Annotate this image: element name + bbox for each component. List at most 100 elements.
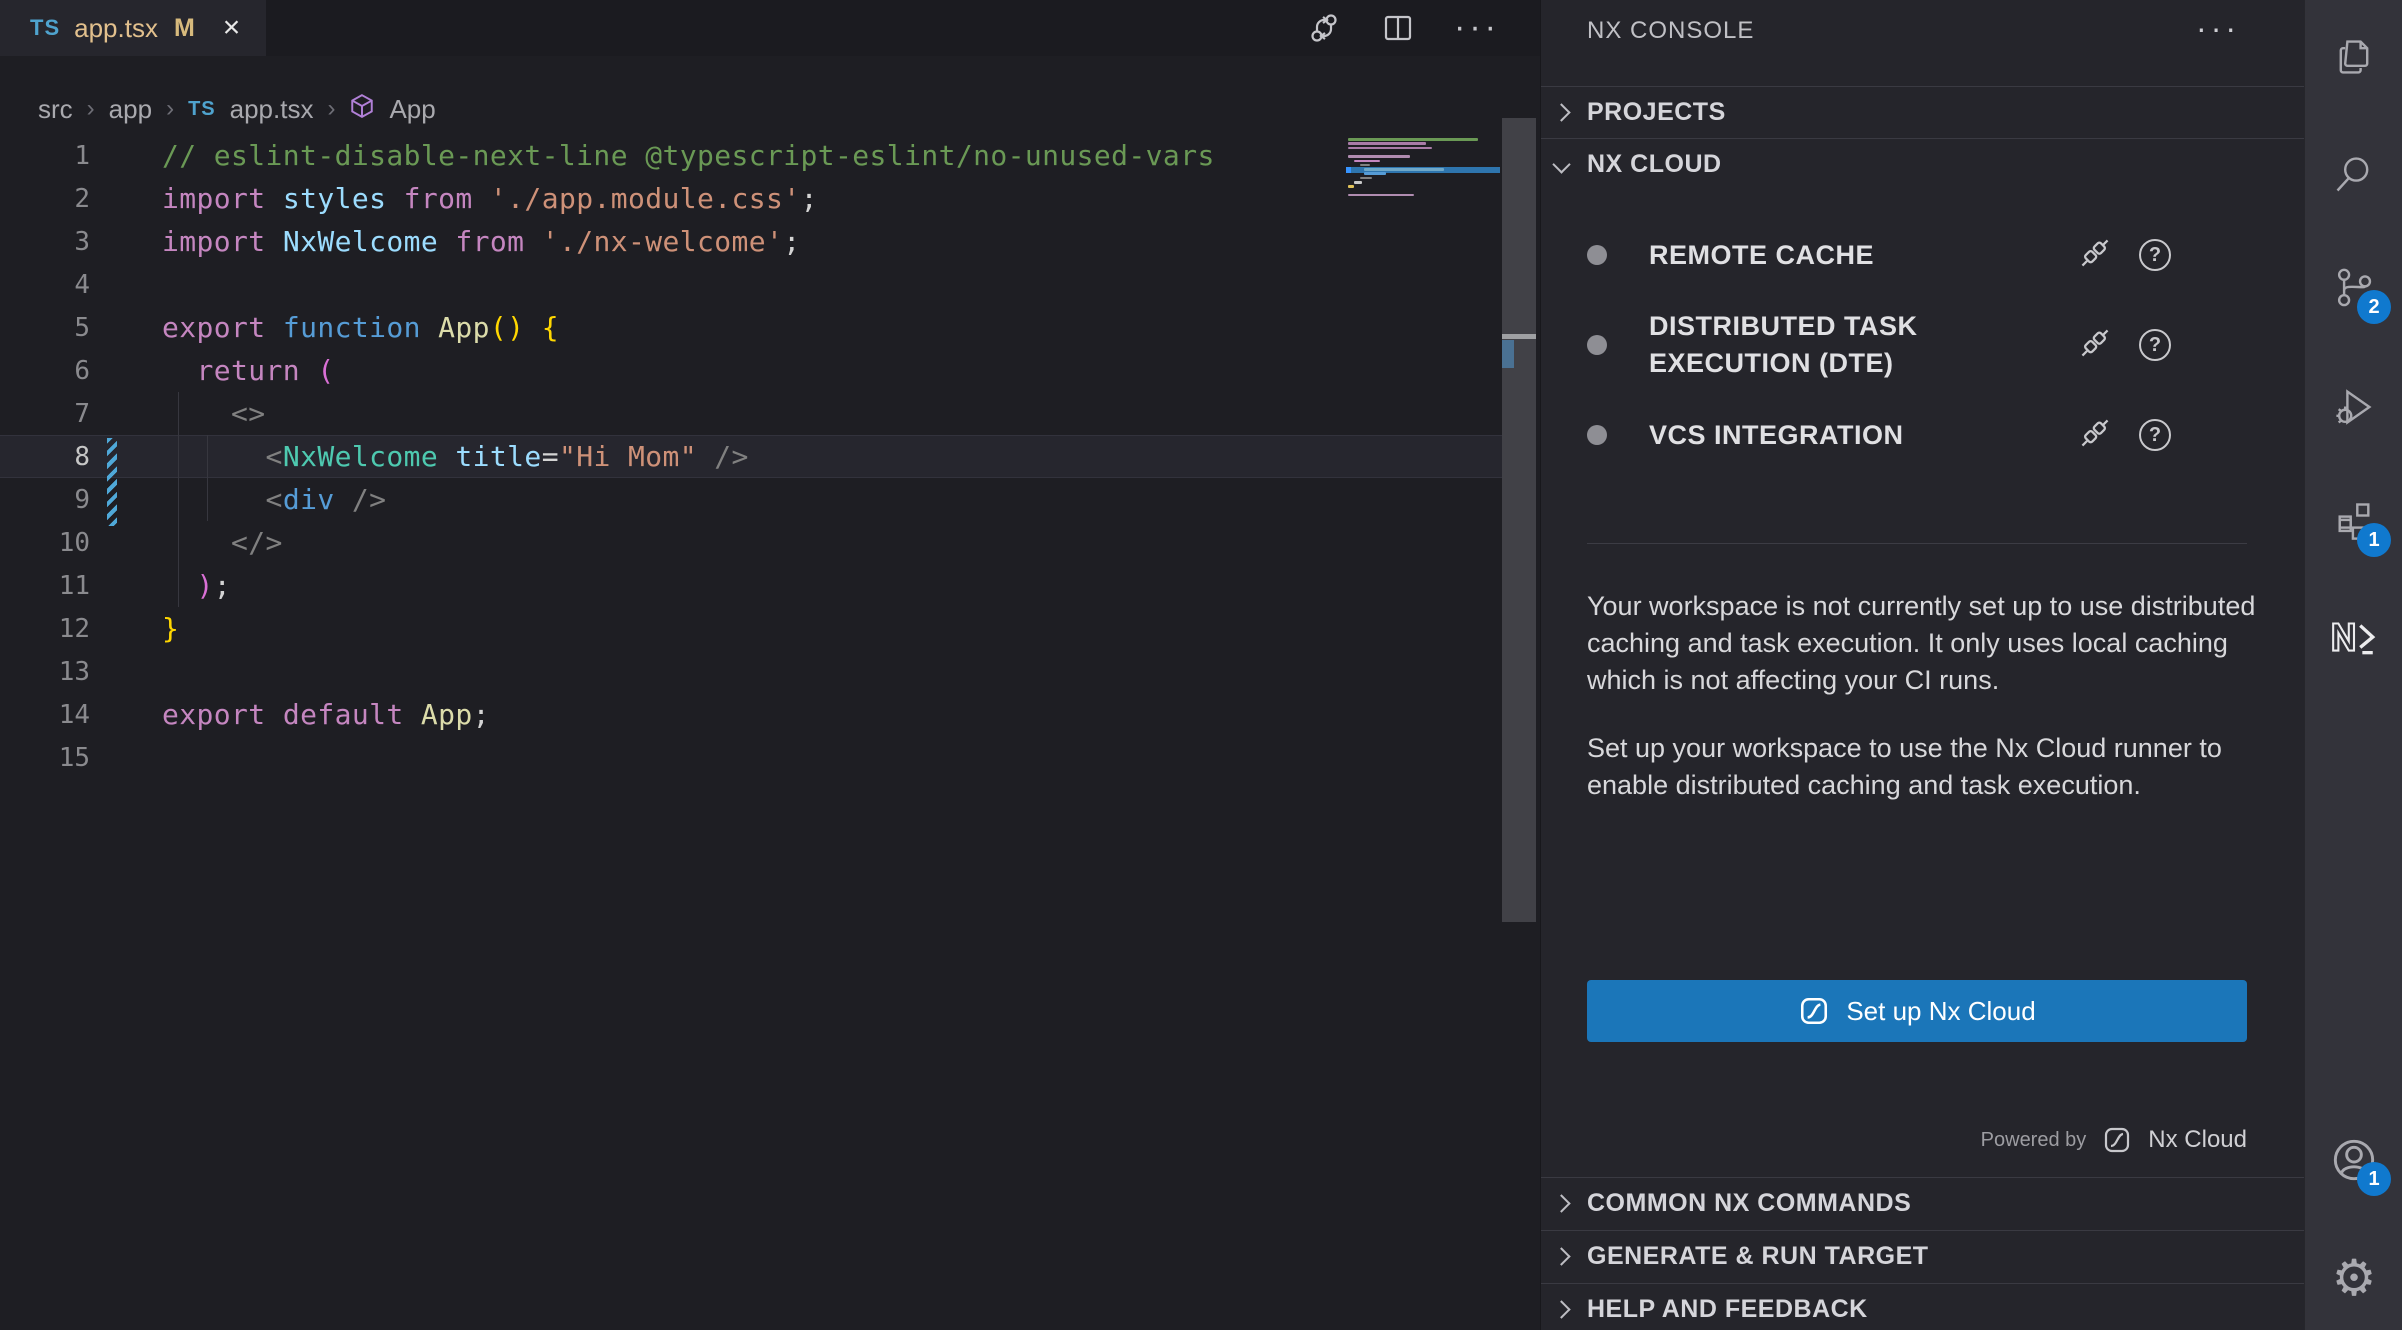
code-line[interactable]: 9 <div /> (0, 478, 1502, 521)
code-line[interactable]: 1// eslint-disable-next-line @typescript… (0, 134, 1502, 177)
account-badge: 1 (2357, 1162, 2391, 1196)
help-icon[interactable]: ? (2139, 239, 2171, 271)
run-debug-icon[interactable] (2305, 369, 2402, 445)
indent-guide (178, 392, 179, 607)
help-icon[interactable]: ? (2139, 419, 2171, 451)
split-editor-icon[interactable] (1380, 10, 1416, 46)
section-help-and-feedback[interactable]: HELP AND FEEDBACK (1541, 1283, 2304, 1330)
code-text: // eslint-disable-next-line @typescript-… (90, 139, 1215, 172)
breadcrumb: src › app › TS app.tsx › App (38, 84, 436, 134)
settings-gear-icon[interactable]: ⚙ (2305, 1240, 2402, 1316)
line-number: 3 (0, 227, 90, 257)
help-icon[interactable]: ? (2139, 329, 2171, 361)
section-label: NX CLOUD (1587, 150, 1722, 179)
breadcrumb-file[interactable]: app.tsx (230, 94, 314, 125)
code-line[interactable]: 2import styles from './app.module.css'; (0, 177, 1502, 220)
code-line[interactable]: 5export function App() { (0, 306, 1502, 349)
code-line[interactable]: 6 return ( (0, 349, 1502, 392)
code-line[interactable]: 13 (0, 650, 1502, 693)
connect-icon[interactable] (2079, 417, 2111, 454)
code-text: } (90, 612, 179, 645)
code-line[interactable]: 11 ); (0, 564, 1502, 607)
breadcrumb-separator: › (166, 95, 174, 123)
button-label: Set up Nx Cloud (1846, 996, 2035, 1027)
code-text: export default App; (90, 698, 490, 731)
line-number: 13 (0, 657, 90, 687)
code-line[interactable]: 3import NxWelcome from './nx-welcome'; (0, 220, 1502, 263)
code-line[interactable]: 4 (0, 263, 1502, 306)
extensions-icon[interactable]: 1 (2305, 483, 2402, 559)
explorer-icon[interactable] (2305, 19, 2402, 95)
connect-icon[interactable] (2079, 327, 2111, 364)
breadcrumb-src[interactable]: src (38, 94, 73, 125)
line-number: 8 (0, 442, 90, 472)
code-text: export function App() { (90, 311, 559, 344)
breadcrumb-app[interactable]: app (109, 94, 152, 125)
code-line[interactable]: 7 <> (0, 392, 1502, 435)
panel-more-actions-icon[interactable]: ··· (2196, 10, 2240, 47)
scrollbar-slider[interactable] (1502, 118, 1536, 922)
line-number: 7 (0, 399, 90, 429)
editor-scrollbar[interactable] (1502, 0, 1536, 1330)
section-projects[interactable]: PROJECTS (1541, 86, 2304, 137)
code-text: <div /> (90, 483, 386, 516)
open-changes-icon[interactable] (1306, 10, 1342, 46)
code-line[interactable]: 10 </> (0, 521, 1502, 564)
editor-pane: TS app.tsx M × ··· (0, 0, 1540, 1330)
connect-icon[interactable] (2079, 237, 2111, 274)
setup-nx-cloud-button[interactable]: Set up Nx Cloud (1587, 980, 2247, 1042)
line-number: 14 (0, 700, 90, 730)
code-line[interactable]: 14export default App; (0, 693, 1502, 736)
more-actions-icon[interactable]: ··· (1454, 21, 1500, 35)
vscode-window: TS app.tsx M × ··· (0, 0, 2402, 1330)
breadcrumb-separator: › (327, 95, 335, 123)
minimap-code-row (1360, 164, 1370, 167)
symbol-namespace-icon (349, 93, 375, 126)
minimap[interactable] (1348, 138, 1500, 218)
nx-cloud-icon (1798, 995, 1830, 1027)
feature-remote-cache: REMOTE CACHE ? (1587, 222, 2259, 288)
minimap-code-row (1348, 142, 1426, 145)
chevron-right-icon (1552, 103, 1570, 121)
nx-console-panel: NX CONSOLE ··· PROJECTS NX CLOUD REMOTE … (1540, 0, 2304, 1330)
tab-app-tsx[interactable]: TS app.tsx M × (0, 0, 266, 56)
line-number: 10 (0, 528, 90, 558)
search-icon[interactable] (2305, 136, 2402, 212)
typescript-file-icon: TS (188, 98, 216, 121)
source-control-icon[interactable]: 2 (2305, 250, 2402, 326)
code-text: import styles from './app.module.css'; (90, 182, 818, 215)
panel-header: NX CONSOLE ··· (1541, 0, 2304, 62)
section-label: PROJECTS (1587, 98, 1726, 127)
feature-label: VCS INTEGRATION (1649, 417, 2079, 454)
line-number: 9 (0, 485, 90, 515)
section-label: HELP AND FEEDBACK (1587, 1295, 1868, 1324)
code-line[interactable]: 8 <NxWelcome title="Hi Mom" /> (0, 435, 1502, 478)
line-number: 5 (0, 313, 90, 343)
account-icon[interactable]: 1 (2305, 1122, 2402, 1198)
minimap-code-row (1364, 172, 1386, 175)
nx-console-icon[interactable] (2305, 598, 2402, 674)
code-line[interactable]: 12} (0, 607, 1502, 650)
feature-label: DISTRIBUTED TASK EXECUTION (DTE) (1649, 308, 2079, 382)
section-nx-cloud[interactable]: NX CLOUD (1541, 138, 2304, 189)
gutter-modified-indicator (107, 438, 117, 526)
minimap-code-row (1348, 185, 1354, 188)
workspace-status-text: Your workspace is not currently set up t… (1587, 588, 2259, 835)
feature-label: REMOTE CACHE (1649, 237, 2079, 274)
extensions-badge: 1 (2357, 523, 2391, 557)
code-text: return ( (90, 354, 335, 387)
code-text: </> (90, 526, 283, 559)
code-editor[interactable]: 1// eslint-disable-next-line @typescript… (0, 134, 1502, 779)
section-generate-run-target[interactable]: GENERATE & RUN TARGET (1541, 1230, 2304, 1281)
section-common-nx-commands[interactable]: COMMON NX COMMANDS (1541, 1177, 2304, 1228)
line-number: 15 (0, 743, 90, 773)
minimap-modified-marker (1346, 167, 1351, 173)
code-text: ); (90, 569, 231, 602)
activity-bar: 2 1 (2304, 0, 2402, 1330)
breadcrumb-symbol[interactable]: App (389, 94, 435, 125)
close-tab-icon[interactable]: × (223, 13, 241, 43)
line-number: 2 (0, 184, 90, 214)
breadcrumb-separator: › (87, 95, 95, 123)
code-line[interactable]: 15 (0, 736, 1502, 779)
minimap-code-row (1354, 181, 1362, 184)
